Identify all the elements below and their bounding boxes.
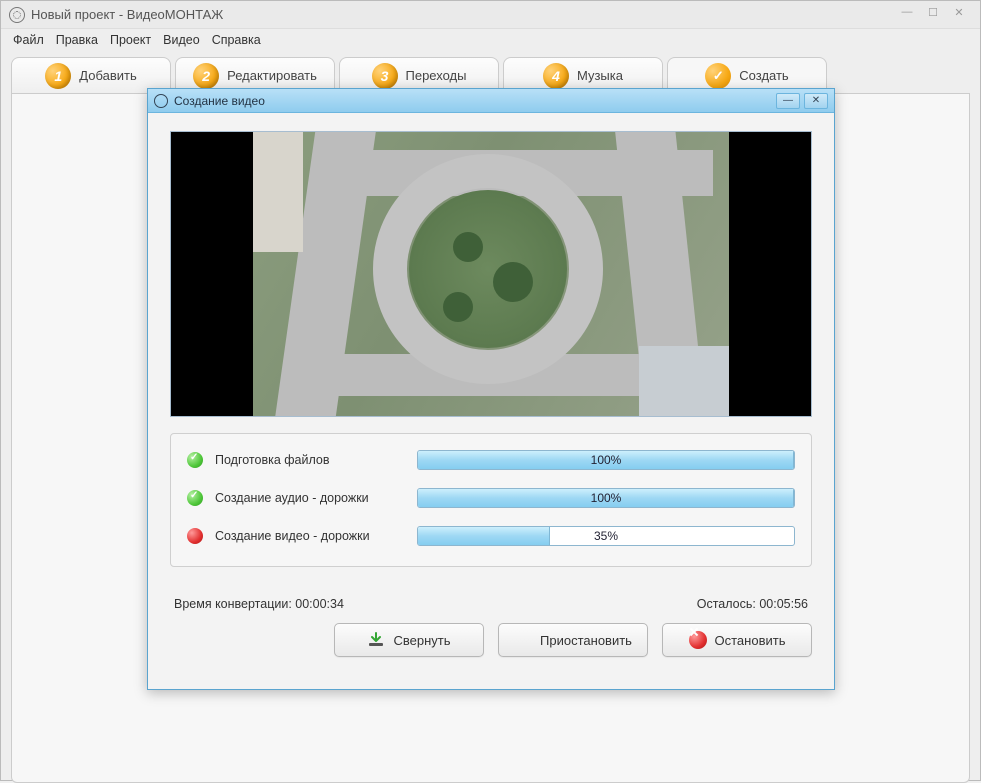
menu-video[interactable]: Видео: [163, 33, 200, 47]
progress-label-prepare: Подготовка файлов: [215, 453, 405, 467]
main-maximize-button[interactable]: ☐: [920, 6, 946, 24]
pause-button-label: Приостановить: [540, 633, 632, 648]
dialog-title: Создание видео: [174, 94, 265, 108]
step-1-icon: 1: [45, 63, 71, 89]
dialog-app-icon: [154, 94, 168, 108]
dialog-titlebar: Создание видео — ✕: [148, 89, 834, 113]
pause-icon: [514, 631, 532, 649]
progress-text-video: 35%: [418, 529, 794, 543]
step-2-icon: 2: [193, 63, 219, 89]
dialog-button-row: Свернуть Приостановить Остановить: [170, 623, 812, 657]
menu-edit[interactable]: Правка: [56, 33, 98, 47]
main-close-button[interactable]: ✕: [946, 6, 972, 24]
step-3-icon: 3: [372, 63, 398, 89]
tab-create-label: Создать: [739, 68, 788, 83]
main-window-title: Новый проект - ВидеоМОНТАЖ: [31, 7, 223, 22]
progress-panel: Подготовка файлов 100% Создание аудио - …: [170, 433, 812, 567]
progress-bar-audio: 100%: [417, 488, 795, 508]
menu-project[interactable]: Проект: [110, 33, 151, 47]
progress-row-audio: Создание аудио - дорожки 100%: [187, 488, 795, 508]
time-elapsed: Время конвертации: 00:00:34: [174, 597, 344, 611]
check-ok-icon: [187, 452, 203, 468]
minimize-icon: [367, 631, 385, 649]
progress-row-prepare: Подготовка файлов 100%: [187, 450, 795, 470]
stop-icon: [689, 631, 707, 649]
progress-label-audio: Создание аудио - дорожки: [215, 491, 405, 505]
time-remaining: Осталось: 00:05:56: [697, 597, 808, 611]
main-minimize-button[interactable]: —: [894, 6, 920, 24]
progress-bar-prepare: 100%: [417, 450, 795, 470]
tab-music-label: Музыка: [577, 68, 623, 83]
tab-edit-label: Редактировать: [227, 68, 317, 83]
progress-row-video: Создание видео - дорожки 35%: [187, 526, 795, 546]
progress-bar-video: 35%: [417, 526, 795, 546]
step-4-icon: 4: [543, 63, 569, 89]
menu-help[interactable]: Справка: [212, 33, 261, 47]
check-ok-icon: [187, 490, 203, 506]
time-row: Время конвертации: 00:00:34 Осталось: 00…: [170, 597, 812, 611]
create-video-dialog: Создание видео — ✕: [147, 88, 835, 690]
tab-transitions-label: Переходы: [406, 68, 467, 83]
tab-add-label: Добавить: [79, 68, 136, 83]
dialog-minimize-button[interactable]: —: [776, 93, 800, 109]
progress-text-audio: 100%: [418, 491, 794, 505]
main-titlebar: Новый проект - ВидеоМОНТАЖ — ☐ ✕: [1, 1, 980, 29]
stop-button[interactable]: Остановить: [662, 623, 812, 657]
step-check-icon: ✓: [705, 63, 731, 89]
minimize-button-label: Свернуть: [393, 633, 450, 648]
dialog-close-button[interactable]: ✕: [804, 93, 828, 109]
minimize-button[interactable]: Свернуть: [334, 623, 484, 657]
progress-text-prepare: 100%: [418, 453, 794, 467]
app-icon: [9, 7, 25, 23]
menubar: Файл Правка Проект Видео Справка: [1, 29, 980, 51]
video-preview: [170, 131, 812, 417]
stop-button-label: Остановить: [715, 633, 786, 648]
menu-file[interactable]: Файл: [13, 33, 44, 47]
pause-button[interactable]: Приостановить: [498, 623, 648, 657]
status-active-icon: [187, 528, 203, 544]
progress-label-video: Создание видео - дорожки: [215, 529, 405, 543]
